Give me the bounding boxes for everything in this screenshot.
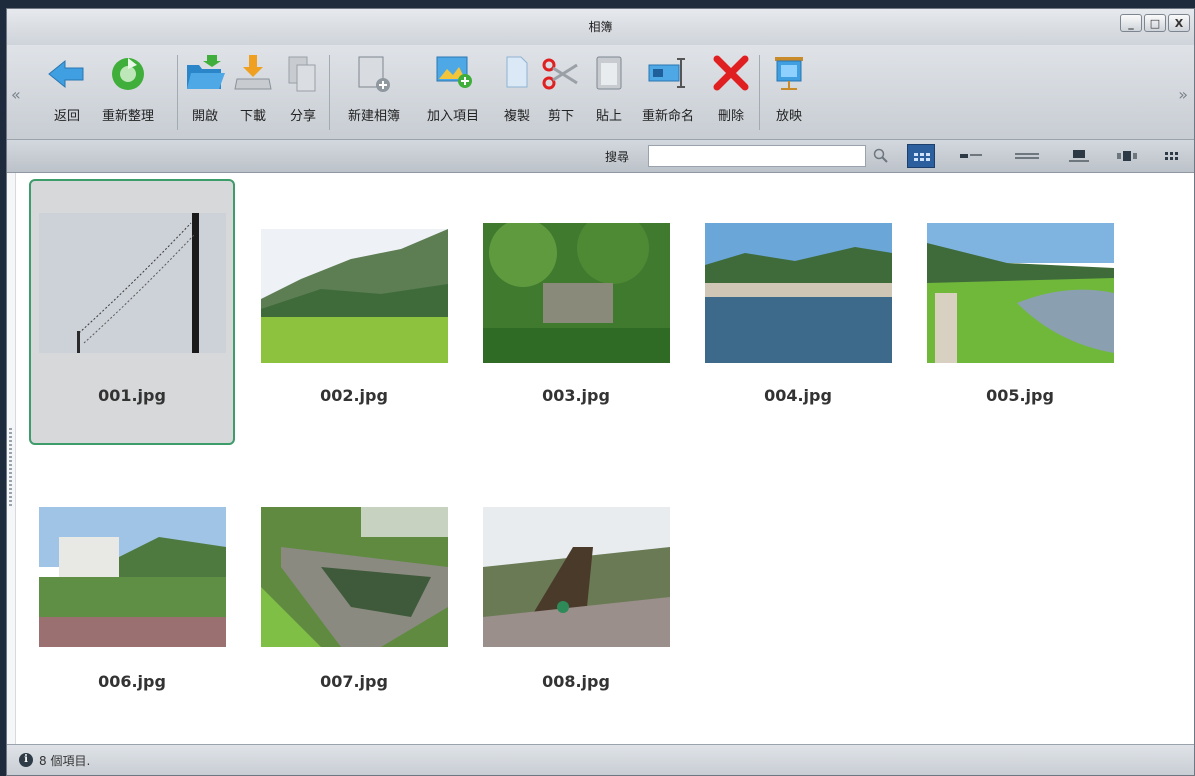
slideshow-icon [767,51,811,97]
filmstrip-view-icon [1069,150,1089,162]
thumbnail-area[interactable]: 001.jpg 002.jpg 003.jpg 004.jpg 005.jpg … [7,173,1194,745]
paste-icon [587,51,631,97]
new-album-icon [341,51,407,97]
coverflow-view-icon [1117,151,1137,161]
share-icon [281,51,325,97]
photo-filename: 001.jpg [98,386,166,405]
toolbar: « 返回 重新整理 開啟 下載 分享 新建相簿 加入項目 複製 剪下 貼上 重新… [7,45,1194,140]
photo-thumbnail [483,507,670,647]
photo-thumbnail [39,507,226,647]
open-folder-icon [183,51,227,97]
photo-item[interactable]: 001.jpg [29,179,235,445]
new-album-label: 新建相簿 [347,109,400,124]
window-controls: _ □ X [1120,14,1190,32]
photo-item[interactable]: 002.jpg [251,179,457,445]
open-button[interactable]: 開啟 [183,51,227,124]
view-coverflow-button[interactable] [1113,144,1141,168]
add-item-icon [417,51,489,97]
delete-label: 刪除 [717,109,744,124]
photo-thumbnail [261,507,448,647]
new-album-button[interactable]: 新建相簿 [341,51,407,124]
photo-thumbnail [39,213,226,353]
search-input[interactable] [648,145,866,167]
photo-filename: 003.jpg [542,386,610,405]
title-bar[interactable]: 相簿 _ □ X [7,9,1194,45]
share-button[interactable]: 分享 [281,51,325,124]
rename-button[interactable]: 重新命名 [631,51,705,124]
toolbar-scroll-right-button[interactable]: » [1178,85,1188,104]
photo-thumbnail [483,223,670,363]
rename-icon [631,51,705,97]
details-view-icon [960,154,982,158]
photo-filename: 008.jpg [542,672,610,691]
photo-thumbnail [261,229,448,363]
photo-thumbnail [705,223,892,363]
photo-filename: 006.jpg [98,672,166,691]
paste-button[interactable]: 貼上 [587,51,631,124]
item-count-text: 8 個項目. [39,754,91,768]
photo-item[interactable]: 007.jpg [251,465,457,731]
slideshow-button[interactable]: 放映 [767,51,811,124]
download-label: 下載 [239,109,266,124]
cut-label: 剪下 [547,109,574,124]
view-small-grid-button[interactable] [1159,144,1187,168]
copy-label: 複製 [503,109,530,124]
rename-label: 重新命名 [641,109,694,124]
toolbar-separator [177,55,178,130]
left-resize-edge[interactable] [7,173,16,745]
back-label: 返回 [53,109,80,124]
download-icon [231,51,275,97]
toolbar-scroll-left-button[interactable]: « [11,85,21,104]
view-list-button[interactable] [1013,144,1041,168]
status-bar: i 8 個項目. [7,744,1194,775]
photo-filename: 002.jpg [320,386,388,405]
photo-filename: 004.jpg [764,386,832,405]
resize-grip[interactable] [9,428,12,508]
search-label: 搜尋 [605,150,630,164]
maximize-button[interactable]: □ [1144,14,1166,32]
photo-item[interactable]: 005.jpg [917,179,1123,445]
add-item-label: 加入項目 [426,109,479,124]
open-label: 開啟 [191,109,218,124]
search-icon[interactable] [873,148,889,164]
toolbar-separator [759,55,760,130]
thumbnail-view-icon [914,153,930,161]
photo-item[interactable]: 004.jpg [695,179,901,445]
photo-item[interactable]: 008.jpg [473,465,679,731]
small-grid-view-icon [1165,152,1178,160]
paste-label: 貼上 [595,109,622,124]
view-thumbnail-button[interactable] [907,144,935,168]
refresh-button[interactable]: 重新整理 [91,51,165,124]
list-view-icon [1015,153,1039,159]
share-label: 分享 [289,109,316,124]
toolbar-separator [329,55,330,130]
view-details-button[interactable] [957,144,985,168]
back-button[interactable]: 返回 [45,51,89,124]
copy-icon [495,51,539,97]
slideshow-label: 放映 [775,109,802,124]
album-window: 相簿 _ □ X « 返回 重新整理 開啟 下載 分享 新建相簿 加入項目 複製… [6,8,1195,776]
photo-item[interactable]: 006.jpg [29,465,235,731]
refresh-label: 重新整理 [101,109,154,124]
photo-filename: 005.jpg [986,386,1054,405]
photo-filename: 007.jpg [320,672,388,691]
add-item-button[interactable]: 加入項目 [417,51,489,124]
cut-icon [539,51,583,97]
delete-button[interactable]: 刪除 [709,51,753,124]
window-title: 相簿 [588,20,613,34]
view-filmstrip-button[interactable] [1065,144,1093,168]
download-button[interactable]: 下載 [231,51,275,124]
minimize-button[interactable]: _ [1120,14,1142,32]
delete-icon [709,51,753,97]
photo-item[interactable]: 003.jpg [473,179,679,445]
close-button[interactable]: X [1168,14,1190,32]
search-bar: 搜尋 [7,140,1194,173]
refresh-icon [91,51,165,97]
back-arrow-icon [45,51,89,97]
photo-thumbnail [927,223,1114,363]
info-icon: i [19,753,33,767]
cut-button[interactable]: 剪下 [539,51,583,124]
copy-button[interactable]: 複製 [495,51,539,124]
